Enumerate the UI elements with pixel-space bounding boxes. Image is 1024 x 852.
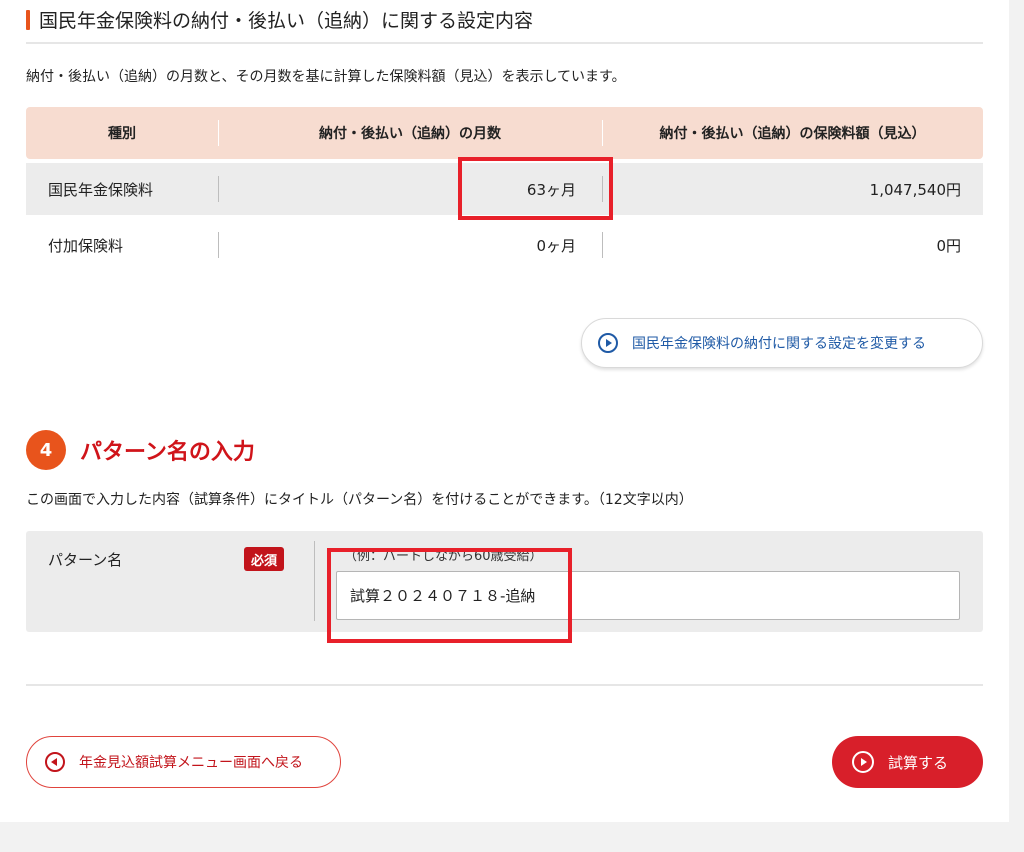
settings-title-text: 国民年金保険料の納付・後払い（追納）に関する設定内容 bbox=[39, 10, 534, 32]
premium-table: 種別 納付・後払い（追納）の月数 納付・後払い（追納）の保険料額（見込） 国民年… bbox=[26, 107, 983, 271]
title-accent-bar bbox=[26, 9, 30, 30]
divider bbox=[26, 42, 983, 44]
back-circle-icon bbox=[45, 752, 65, 772]
page: 国民年金保険料の納付・後払い（追納）に関する設定内容 納付・後払い（追納）の月数… bbox=[0, 0, 1009, 822]
scrollbar[interactable] bbox=[1009, 0, 1024, 852]
settings-section-title: 国民年金保険料の納付・後払い（追納）に関する設定内容 bbox=[26, 6, 533, 33]
table-header: 種別 納付・後払い（追納）の月数 納付・後払い（追納）の保険料額（見込） bbox=[26, 107, 983, 159]
back-button-label: 年金見込額試算メニュー画面へ戻る bbox=[79, 755, 303, 771]
row-amount: 1,047,540円 bbox=[602, 163, 983, 215]
pattern-name-input[interactable] bbox=[336, 571, 960, 620]
header-type: 種別 bbox=[108, 126, 136, 142]
calculate-button[interactable]: 試算する bbox=[832, 736, 983, 788]
settings-description: 納付・後払い（追納）の月数と、その月数を基に計算した保険料額（見込）を表示してい… bbox=[26, 69, 626, 85]
back-to-menu-button[interactable]: 年金見込額試算メニュー画面へ戻る bbox=[26, 736, 341, 788]
pattern-field-label: パターン名 bbox=[48, 551, 123, 569]
calculate-button-label: 試算する bbox=[888, 753, 949, 772]
divider bbox=[26, 684, 983, 686]
pattern-section-title: パターン名の入力 bbox=[80, 440, 255, 465]
row-amount: 0円 bbox=[602, 219, 983, 271]
pattern-form: パターン名 必須 （例：パートしながら60歳受給） bbox=[26, 531, 983, 632]
pattern-description: この画面で入力した内容（試算条件）にタイトル（パターン名）を付けることができます… bbox=[26, 492, 693, 508]
change-settings-label: 国民年金保険料の納付に関する設定を変更する bbox=[632, 336, 926, 352]
step-number-badge: 4 bbox=[26, 430, 66, 470]
table-row: 付加保険料 0ヶ月 0円 bbox=[26, 219, 983, 271]
row-months: 63ヶ月 bbox=[218, 163, 602, 215]
pattern-example-hint: （例：パートしながら60歳受給） bbox=[344, 549, 543, 564]
header-amount: 納付・後払い（追納）の保険料額（見込） bbox=[602, 107, 983, 159]
row-months: 0ヶ月 bbox=[218, 219, 602, 271]
change-settings-button[interactable]: 国民年金保険料の納付に関する設定を変更する bbox=[581, 318, 983, 368]
play-circle-icon bbox=[598, 333, 618, 353]
pattern-section-heading: 4 パターン名の入力 bbox=[26, 430, 255, 470]
page-bottom-background bbox=[0, 822, 1009, 852]
table-row: 国民年金保険料 63ヶ月 1,047,540円 bbox=[26, 163, 983, 215]
form-divider bbox=[314, 541, 315, 621]
header-months: 納付・後払い（追納）の月数 bbox=[218, 107, 602, 159]
required-badge: 必須 bbox=[244, 547, 285, 571]
row-type: 国民年金保険料 bbox=[48, 180, 154, 199]
row-type: 付加保険料 bbox=[48, 236, 124, 255]
play-circle-icon bbox=[852, 751, 874, 773]
